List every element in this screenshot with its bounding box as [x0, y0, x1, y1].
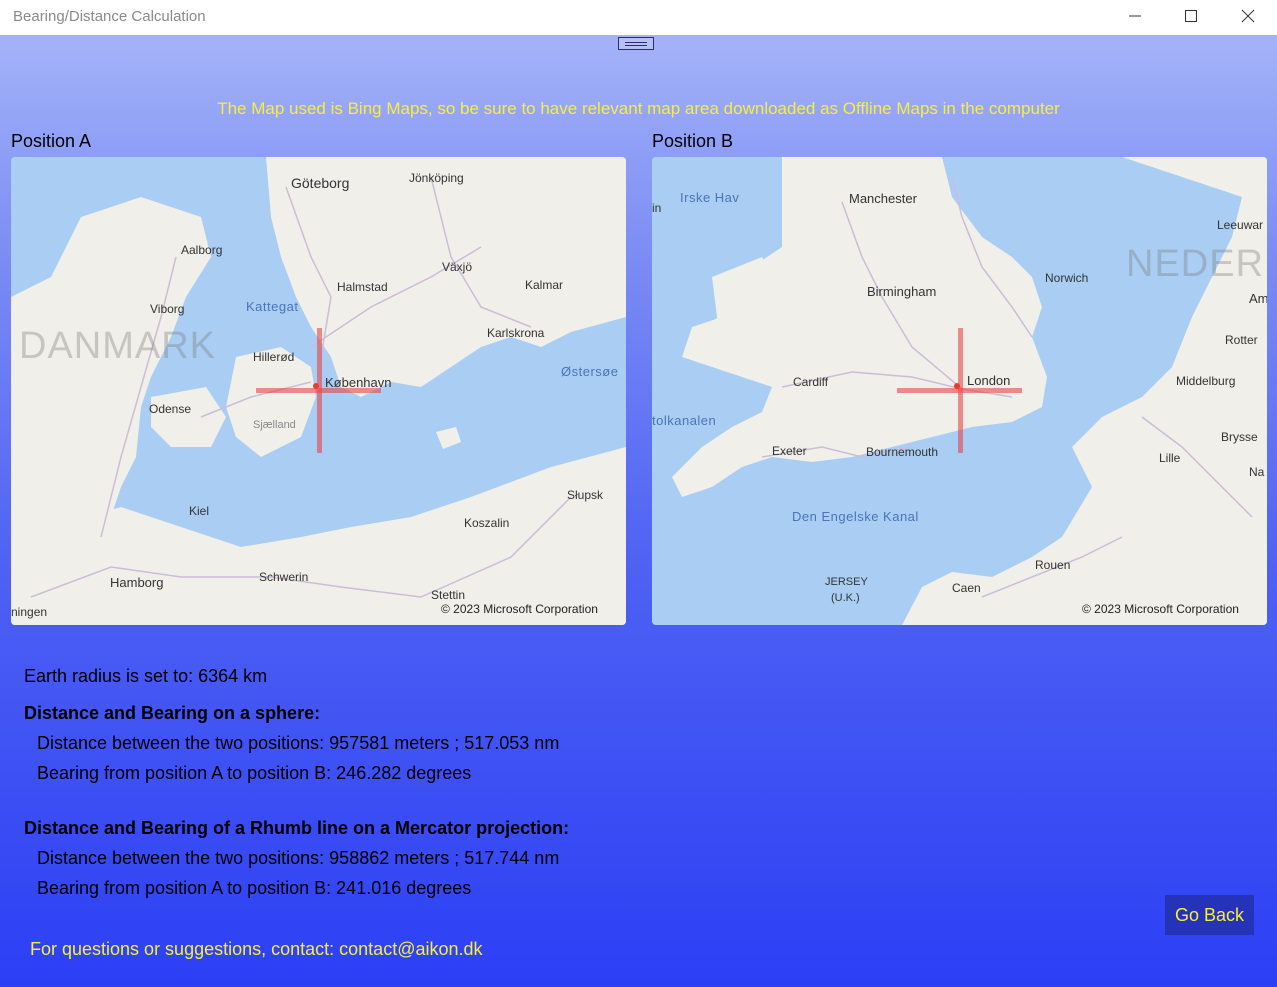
rhumb-bearing-text: Bearing from position A to position B: 2…: [37, 878, 472, 898]
map-a-label-viborg: Viborg: [150, 302, 185, 316]
map-a-label-hillerod: Hillerød: [253, 350, 295, 364]
map-a-label-kattegat: Kattegat: [246, 299, 299, 314]
map-a-label-halmstad: Halmstad: [337, 280, 388, 294]
map-b-label-rotter: Rotter: [1225, 333, 1258, 347]
position-a-label: Position A: [11, 131, 92, 151]
drag-handle[interactable]: [618, 37, 654, 50]
map-b-label-middelburg: Middelburg: [1176, 374, 1236, 388]
map-a-label-ostersoen: Østersøe: [561, 364, 619, 379]
maximize-icon: [1185, 10, 1197, 22]
title-bar: Bearing/Distance Calculation: [0, 0, 1277, 36]
map-b-label-brussel: Brysse: [1221, 430, 1258, 444]
rhumb-heading: Distance and Bearing of a Rhumb line on …: [24, 818, 570, 838]
map-b-label-bournemouth: Bournemouth: [866, 445, 939, 459]
sphere-bearing-text: Bearing from position A to position B: 2…: [37, 763, 472, 783]
map-b-label-irske-hav: Irske Hav: [680, 190, 740, 205]
map-a-label-kiel: Kiel: [189, 504, 210, 518]
map-b-location-marker: [954, 383, 960, 389]
map-b-label-norwich: Norwich: [1045, 271, 1089, 285]
map-a-copyright: © 2023 Microsoft Corporation: [441, 602, 598, 616]
maximize-button[interactable]: [1168, 0, 1214, 32]
map-b-label-cardiff: Cardiff: [793, 375, 829, 389]
minimize-button[interactable]: [1112, 0, 1158, 32]
map-a-label-danmark: DANMARK: [19, 325, 217, 367]
minimize-icon: [1129, 15, 1141, 17]
map-b-label-uk: (U.K.): [831, 592, 860, 604]
map-b-copyright: © 2023 Microsoft Corporation: [1082, 602, 1239, 616]
map-a-label-schwerin: Schwerin: [259, 570, 309, 584]
map-a-location-marker: [313, 383, 319, 389]
map-a-label-jonkoping: Jönköping: [409, 171, 464, 185]
map-a-label-slupsk: Słupsk: [567, 488, 604, 502]
position-b-label: Position B: [652, 131, 734, 151]
map-b-label-am: Am: [1249, 291, 1267, 306]
map-a-label-karlskrona: Karlskrona: [487, 326, 545, 340]
map-a-label-koszalin: Koszalin: [464, 516, 510, 530]
map-b-label-exeter: Exeter: [772, 444, 807, 458]
sphere-distance-text: Distance between the two positions: 9575…: [37, 733, 560, 753]
sphere-heading: Distance and Bearing on a sphere:: [24, 703, 321, 723]
map-a-label-odense: Odense: [149, 402, 192, 416]
offline-maps-notice: The Map used is Bing Maps, so be sure to…: [217, 99, 1060, 118]
map-position-a[interactable]: DANMARK Göteborg Jönköping Aalborg Växjö…: [11, 157, 626, 625]
close-button[interactable]: [1225, 0, 1271, 32]
map-b-label-neder: NEDER: [1126, 243, 1265, 285]
map-b-label-leeuwar: Leeuwar: [1217, 218, 1264, 232]
close-icon: [1241, 9, 1255, 23]
map-b-label-rouen: Rouen: [1035, 558, 1071, 572]
map-b-label-manchester: Manchester: [849, 191, 917, 206]
map-b-label-caen: Caen: [952, 581, 981, 595]
go-back-button[interactable]: Go Back: [1165, 895, 1254, 935]
map-b-crosshair-vertical: [958, 328, 963, 453]
map-a-label-sjaelland: Sjælland: [253, 419, 296, 431]
map-a-label-goteborg: Göteborg: [291, 175, 350, 191]
map-a-label-stettin: Stettin: [431, 588, 466, 602]
contact-text: For questions or suggestions, contact: c…: [30, 939, 483, 959]
map-a-crosshair-vertical: [317, 328, 322, 453]
map-b-label-den-engelske-kanal: Den Engelske Kanal: [792, 509, 919, 524]
map-b-label-na: Na: [1249, 465, 1265, 479]
map-a-label-kalmar: Kalmar: [525, 278, 564, 292]
map-a-label-ningen: ningen: [11, 605, 48, 619]
map-b-label-tolkanalen: tolkanalen: [652, 413, 717, 428]
window-title: Bearing/Distance Calculation: [13, 8, 206, 25]
map-b-label-london: London: [967, 373, 1011, 388]
map-a-label-vaxjo: Växjö: [442, 260, 473, 274]
earth-radius-text: Earth radius is set to: 6364 km: [24, 666, 268, 686]
main-content: The Map used is Bing Maps, so be sure to…: [0, 35, 1277, 987]
rhumb-distance-text: Distance between the two positions: 9588…: [37, 848, 560, 868]
map-b-label-lille: Lille: [1159, 451, 1181, 465]
map-b-label-in: in: [652, 201, 662, 215]
map-b-label-birmingham: Birmingham: [867, 284, 937, 299]
map-a-label-hamborg: Hamborg: [110, 575, 164, 590]
map-position-b[interactable]: NEDER in Irske Hav Manchester Leeuwar No…: [652, 157, 1267, 625]
map-b-label-jersey: JERSEY: [825, 576, 868, 588]
map-a-label-aalborg: Aalborg: [181, 243, 223, 257]
